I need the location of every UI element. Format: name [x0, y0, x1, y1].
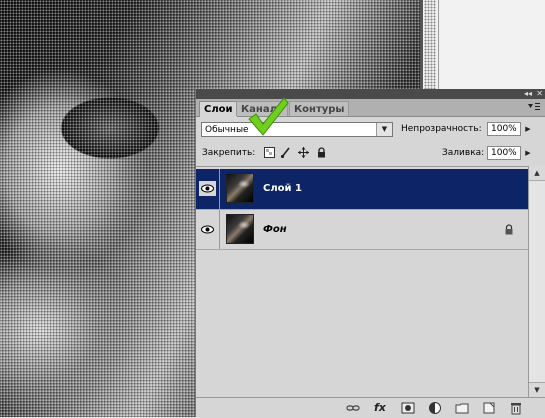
eye-icon[interactable]	[199, 181, 216, 196]
opacity-slider-arrow-icon[interactable]: ▶	[523, 122, 533, 136]
lock-position-move-icon[interactable]	[298, 147, 309, 158]
layers-scrollbar[interactable]: ▲ ▼	[528, 166, 545, 397]
link-icon[interactable]	[346, 401, 360, 415]
layer-row-background[interactable]: Фон	[196, 209, 528, 250]
opacity-field[interactable]: 100%	[487, 122, 521, 136]
lock-all-icon[interactable]	[316, 147, 327, 158]
blend-mode-select[interactable]: Обычные ▼	[201, 122, 393, 137]
scroll-down-icon[interactable]: ▼	[529, 382, 545, 397]
fill-field[interactable]: 100%	[487, 146, 521, 160]
layer-thumbnail[interactable]	[226, 214, 254, 244]
layers-bottom-toolbar: fx	[196, 397, 545, 418]
mask-icon[interactable]	[401, 401, 415, 415]
panel-menu-icon[interactable]	[527, 102, 541, 112]
layer-name[interactable]: Фон	[263, 224, 287, 235]
lock-transparent-pixels-icon[interactable]	[264, 147, 275, 158]
lock-image-pixels-brush-icon[interactable]	[280, 147, 291, 158]
blend-mode-value: Обычные	[205, 125, 249, 135]
tab-paths[interactable]: Контуры	[289, 101, 350, 116]
lock-fill-row: Закрепить: Заливка: 100% ▶	[196, 146, 545, 162]
canvas-edge-strip	[420, 0, 545, 92]
layers-list: Слой 1 Фон	[196, 166, 528, 398]
checkmark-icon	[248, 97, 289, 136]
layer-row-layer-1[interactable]: Слой 1	[196, 169, 528, 209]
fill-slider-arrow-icon[interactable]: ▶	[523, 146, 533, 160]
adjustment-icon[interactable]	[428, 401, 442, 415]
scroll-up-icon[interactable]: ▲	[529, 166, 545, 181]
collapse-panel-icon[interactable]: ◂◂	[524, 89, 532, 99]
fx-icon[interactable]: fx	[374, 401, 388, 415]
lock-label: Закрепить:	[202, 148, 256, 158]
eye-icon[interactable]	[199, 222, 216, 237]
lock-icon	[505, 224, 513, 235]
folder-icon[interactable]	[455, 401, 469, 415]
chevron-down-icon[interactable]: ▼	[376, 123, 392, 136]
opacity-label: Непрозрачность:	[401, 124, 482, 134]
close-panel-icon[interactable]: ✕	[536, 89, 543, 99]
new-layer-icon[interactable]	[482, 401, 496, 415]
trash-icon[interactable]	[509, 401, 523, 415]
fill-label: Заливка:	[442, 148, 485, 158]
tab-layers[interactable]: Слои	[199, 101, 238, 117]
layer-name[interactable]: Слой 1	[263, 183, 302, 194]
layer-thumbnail[interactable]	[226, 173, 254, 203]
